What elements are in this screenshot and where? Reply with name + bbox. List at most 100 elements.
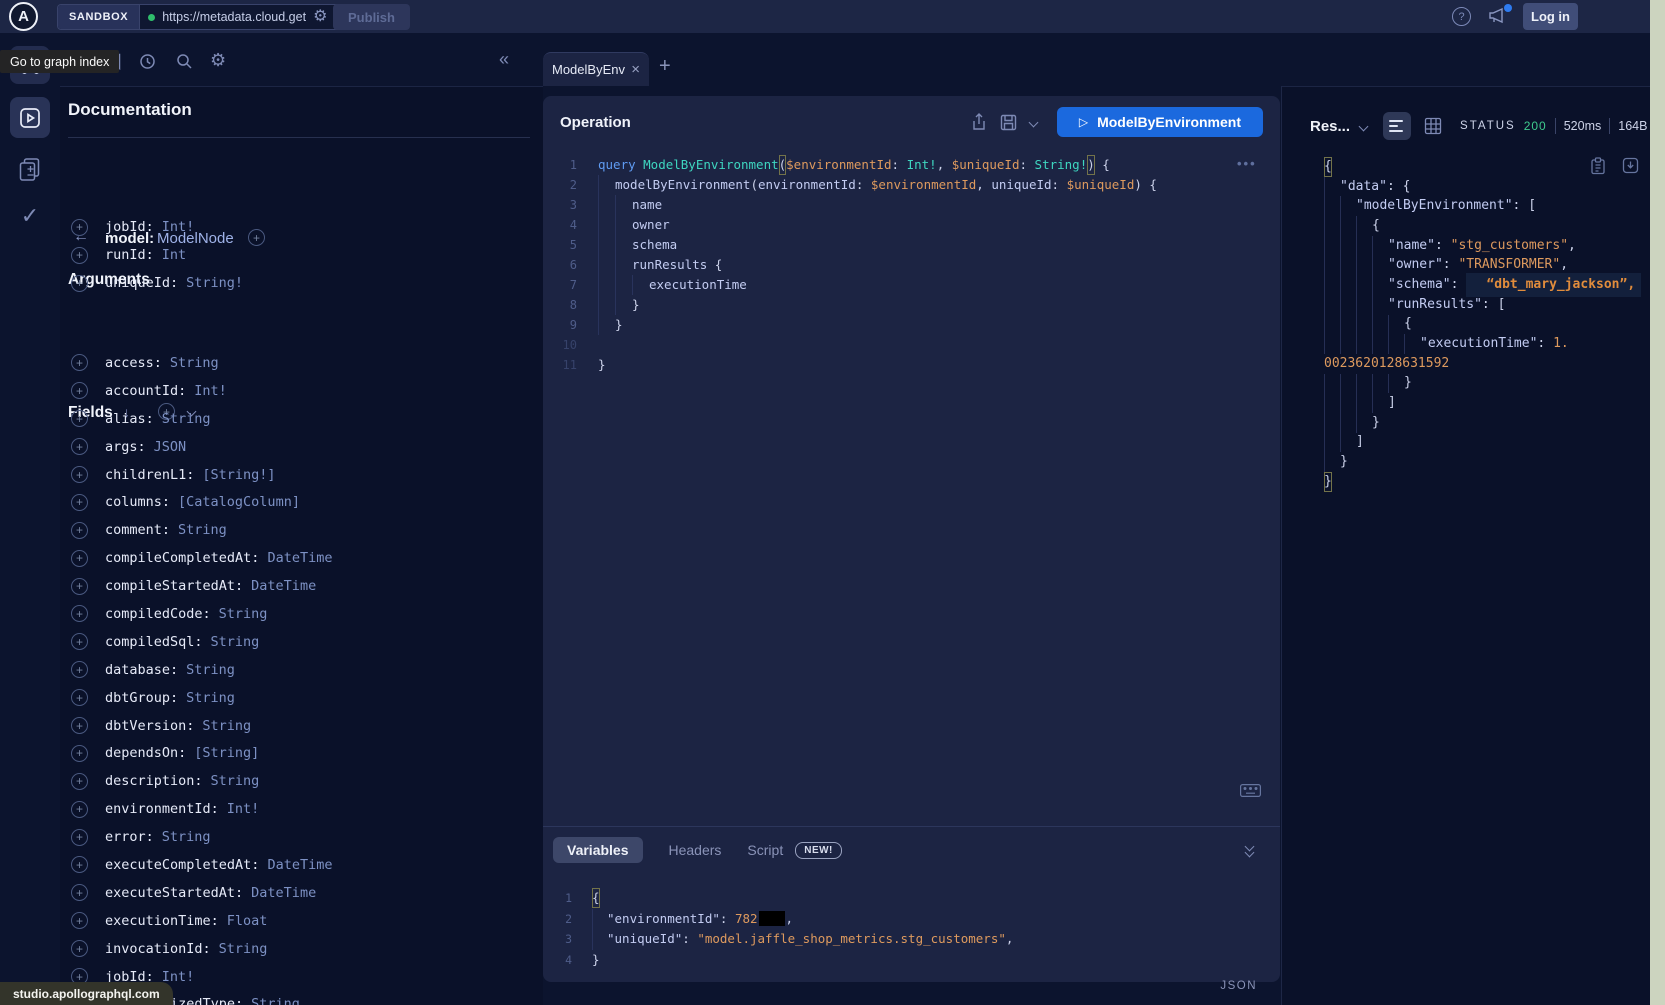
- checks-icon[interactable]: ✓: [21, 203, 39, 229]
- code-line[interactable]: 3name: [543, 195, 1280, 215]
- code-line[interactable]: {: [1282, 315, 1650, 335]
- code-line[interactable]: "schema":“dbt_mary_jackson”,: [1282, 275, 1650, 295]
- field-row[interactable]: +invocationId:String: [60, 935, 543, 963]
- field-type[interactable]: Int!: [162, 219, 195, 235]
- code-line[interactable]: 6runResults {: [543, 255, 1280, 275]
- code-line[interactable]: 10: [543, 335, 1280, 355]
- tab-script[interactable]: Script: [747, 842, 783, 858]
- field-type[interactable]: String: [162, 829, 211, 845]
- code-line[interactable]: }: [1282, 472, 1650, 492]
- add-to-query-icon[interactable]: +: [71, 522, 88, 539]
- field-row[interactable]: +columns:[CatalogColumn]: [60, 488, 543, 516]
- collapse-sidebar-icon[interactable]: «: [499, 49, 509, 70]
- field-type[interactable]: String: [162, 411, 211, 427]
- field-row[interactable]: +accountId:Int!: [60, 377, 543, 405]
- new-tab-button[interactable]: +: [659, 55, 671, 78]
- field-type[interactable]: JSON: [154, 439, 187, 455]
- add-to-query-icon[interactable]: +: [71, 689, 88, 706]
- add-to-query-icon[interactable]: +: [71, 633, 88, 650]
- add-to-query-icon[interactable]: +: [71, 912, 88, 929]
- code-line[interactable]: "name": "stg_customers",: [1282, 236, 1650, 256]
- tab-close-icon[interactable]: ×: [631, 62, 640, 77]
- add-to-query-icon[interactable]: +: [71, 661, 88, 678]
- field-row[interactable]: +executionTime:Float: [60, 907, 543, 935]
- field-row[interactable]: +access:String: [60, 349, 543, 377]
- code-line[interactable]: 7executionTime: [543, 275, 1280, 295]
- apollo-logo[interactable]: A: [9, 2, 38, 31]
- field-type[interactable]: String: [178, 522, 227, 538]
- add-to-query-icon[interactable]: +: [71, 801, 88, 818]
- operations-tab-icon[interactable]: [10, 97, 50, 138]
- add-to-query-icon[interactable]: +: [71, 247, 88, 264]
- field-row[interactable]: +dbtGroup:String: [60, 684, 543, 712]
- field-type[interactable]: DateTime: [267, 550, 332, 566]
- code-line[interactable]: ]: [1282, 433, 1650, 453]
- code-line[interactable]: }: [1282, 452, 1650, 472]
- add-to-query-icon[interactable]: +: [71, 940, 88, 957]
- field-row[interactable]: +compiledCode:String: [60, 600, 543, 628]
- field-row[interactable]: +compiledSql:String: [60, 628, 543, 656]
- add-to-query-icon[interactable]: +: [71, 717, 88, 734]
- help-icon[interactable]: ?: [1452, 7, 1471, 26]
- code-line[interactable]: "modelByEnvironment": [: [1282, 196, 1650, 216]
- endpoint-url-input[interactable]: https://metadata.cloud.get ⚙: [140, 9, 340, 25]
- add-to-query-icon[interactable]: +: [71, 494, 88, 511]
- add-to-query-icon[interactable]: +: [71, 275, 88, 292]
- response-dropdown-chevron-icon[interactable]: [1359, 121, 1369, 131]
- code-line[interactable]: 2"environmentId": 782,: [543, 909, 1280, 930]
- field-type[interactable]: Int!: [162, 969, 195, 985]
- code-line[interactable]: 0023620128631592: [1282, 354, 1650, 374]
- field-type[interactable]: [String!]: [202, 467, 275, 483]
- field-row[interactable]: +database:String: [60, 656, 543, 684]
- connection-settings-icon[interactable]: ⚙: [313, 9, 327, 25]
- field-row[interactable]: +environmentId:Int!: [60, 795, 543, 823]
- save-icon[interactable]: [1000, 114, 1017, 131]
- code-line[interactable]: 11}: [543, 355, 1280, 375]
- field-type[interactable]: DateTime: [251, 885, 316, 901]
- field-row[interactable]: +executeStartedAt:DateTime: [60, 879, 543, 907]
- code-line[interactable]: "runResults": [: [1282, 295, 1650, 315]
- code-line[interactable]: 2modelByEnvironment(environmentId: $envi…: [543, 175, 1280, 195]
- add-to-query-icon[interactable]: +: [71, 466, 88, 483]
- add-to-query-icon[interactable]: +: [71, 438, 88, 455]
- code-line[interactable]: 1query ModelByEnvironment($environmentId…: [543, 155, 1280, 175]
- code-line[interactable]: "executionTime": 1.: [1282, 334, 1650, 354]
- code-line[interactable]: 1{: [543, 888, 1280, 909]
- add-to-query-icon[interactable]: +: [71, 829, 88, 846]
- field-type[interactable]: String: [186, 690, 235, 706]
- collapse-panel-chevrons-icon[interactable]: [1244, 843, 1258, 859]
- code-line[interactable]: }: [1282, 374, 1650, 394]
- table-view-icon[interactable]: [1424, 117, 1442, 135]
- code-line[interactable]: 3"uniqueId": "model.jaffle_shop_metrics.…: [543, 929, 1280, 950]
- add-to-query-icon[interactable]: +: [71, 354, 88, 371]
- field-type[interactable]: DateTime: [251, 578, 316, 594]
- field-type[interactable]: String: [211, 773, 260, 789]
- field-row[interactable]: +comment:String: [60, 516, 543, 544]
- tab-modelbyenvironment[interactable]: ModelByEnvi... ×: [543, 52, 649, 86]
- field-type[interactable]: String!: [186, 275, 243, 291]
- add-to-query-icon[interactable]: +: [71, 410, 88, 427]
- publish-button[interactable]: Publish: [333, 4, 410, 30]
- variables-json-editor[interactable]: 1{2"environmentId": 782,3"uniqueId": "mo…: [543, 888, 1280, 970]
- add-to-query-icon[interactable]: +: [71, 382, 88, 399]
- field-row[interactable]: +description:String: [60, 767, 543, 795]
- add-to-query-icon[interactable]: +: [71, 605, 88, 622]
- field-type[interactable]: String: [251, 996, 300, 1005]
- login-button[interactable]: Log in: [1523, 3, 1578, 30]
- field-type[interactable]: Float: [227, 913, 268, 929]
- code-line[interactable]: {: [1282, 216, 1650, 236]
- save-dropdown-chevron-icon[interactable]: [1028, 117, 1038, 127]
- tab-headers[interactable]: Headers: [669, 842, 722, 858]
- tree-view-toggle-icon[interactable]: [1383, 112, 1411, 140]
- field-row[interactable]: +alias:String: [60, 405, 543, 433]
- field-row[interactable]: +childrenL1:[String!]: [60, 461, 543, 489]
- code-line[interactable]: ]: [1282, 393, 1650, 413]
- response-title[interactable]: Res...: [1310, 118, 1350, 135]
- add-to-query-icon[interactable]: +: [71, 550, 88, 567]
- field-type[interactable]: Int!: [227, 801, 260, 817]
- field-row[interactable]: +dependsOn:[String]: [60, 739, 543, 767]
- field-type[interactable]: Int!: [194, 383, 227, 399]
- field-type[interactable]: [CatalogColumn]: [178, 494, 300, 510]
- add-to-query-icon[interactable]: +: [71, 219, 88, 236]
- code-line[interactable]: 5schema: [543, 235, 1280, 255]
